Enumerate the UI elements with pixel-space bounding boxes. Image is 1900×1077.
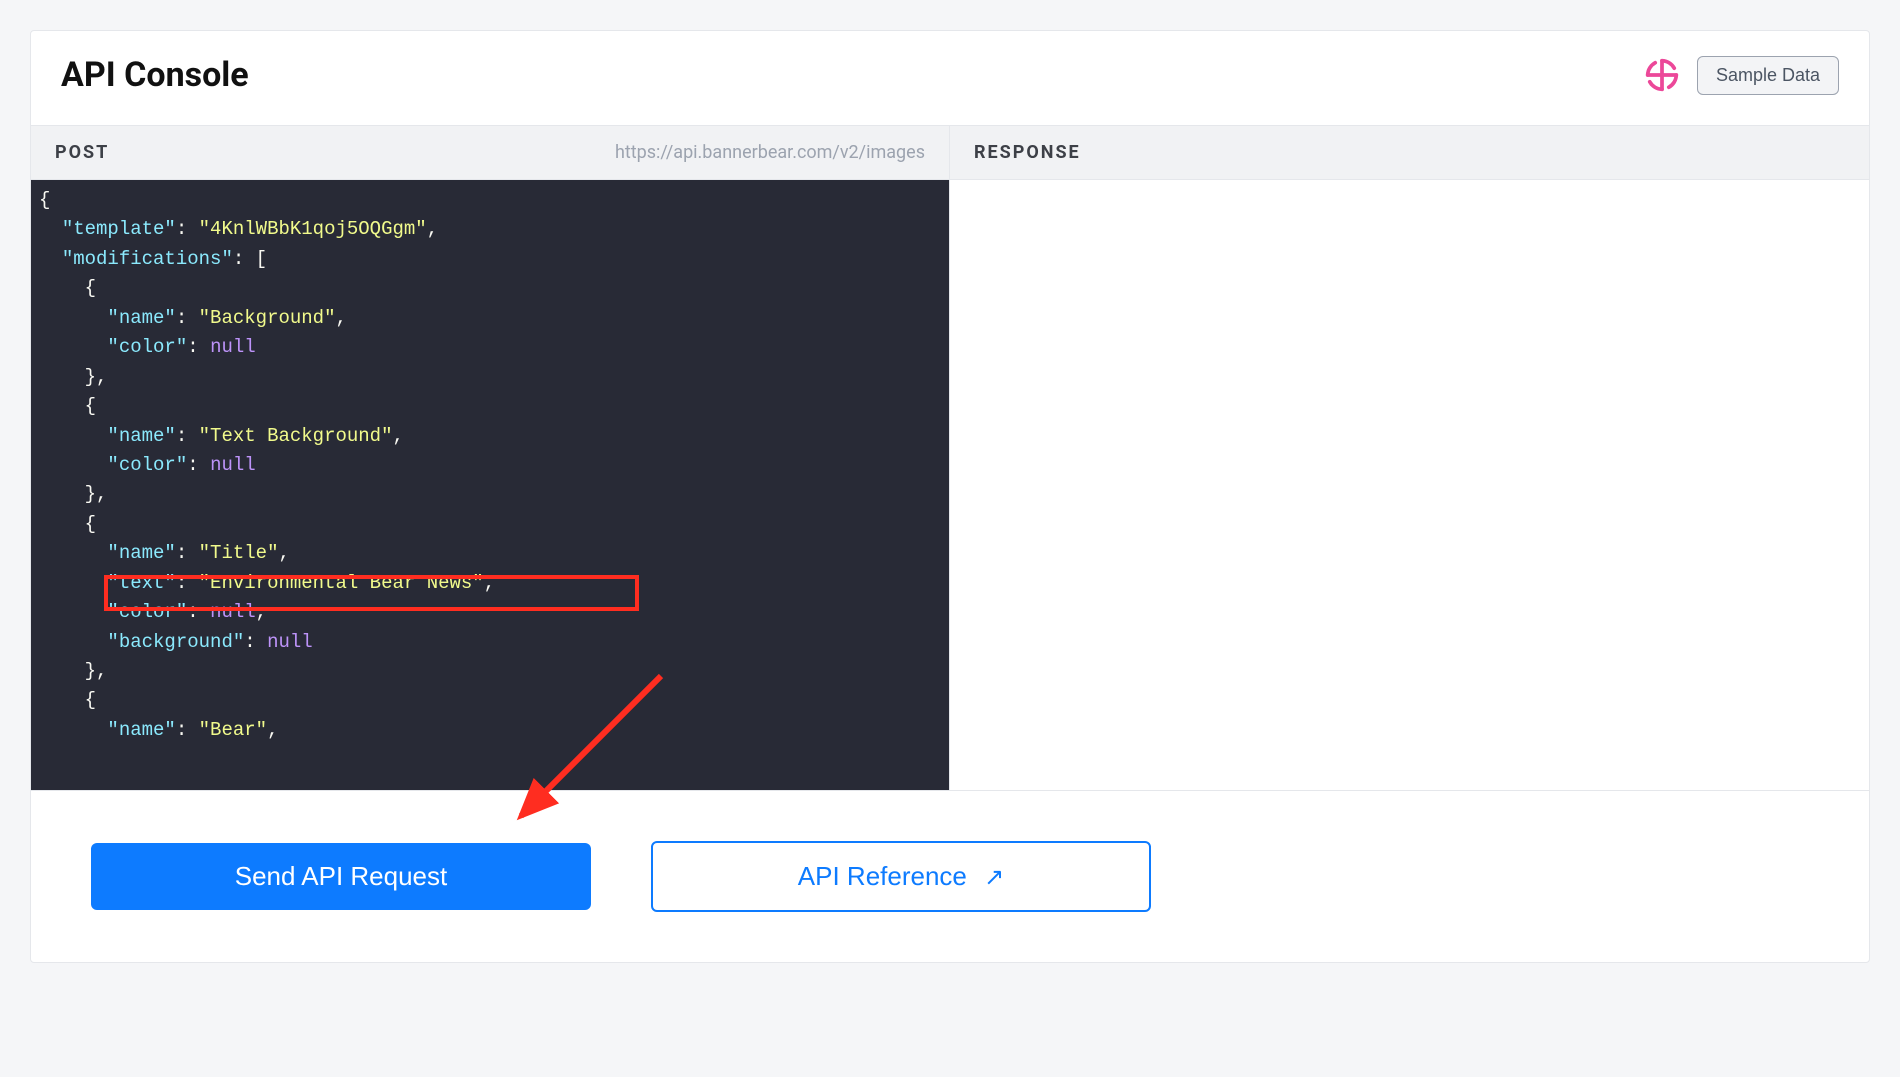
response-body-area — [950, 180, 1869, 790]
api-url: https://api.bannerbear.com/v2/images — [615, 142, 925, 163]
post-label: POST — [55, 142, 109, 163]
api-console-card: API Console Sample Data POST — [30, 30, 1870, 963]
code-content: { "template": "4KnlWBbK1qoj5OQGgm", "mod… — [39, 186, 941, 745]
api-reference-label: API Reference — [798, 861, 967, 891]
request-body-editor[interactable]: { "template": "4KnlWBbK1qoj5OQGgm", "mod… — [31, 180, 950, 790]
post-panel-header: POST https://api.bannerbear.com/v2/image… — [31, 126, 950, 180]
response-panel-header: RESPONSE — [950, 126, 1869, 180]
response-label: RESPONSE — [974, 142, 1081, 163]
header-actions: Sample Data — [1645, 56, 1839, 95]
send-api-request-button[interactable]: Send API Request — [91, 843, 591, 910]
api-reference-button[interactable]: API Reference ↗ — [651, 841, 1151, 912]
external-link-icon: ↗ — [984, 863, 1004, 892]
sample-data-button[interactable]: Sample Data — [1697, 56, 1839, 95]
page-title: API Console — [61, 55, 249, 95]
footer-actions: Send API Request API Reference ↗ — [31, 790, 1869, 962]
card-header: API Console Sample Data — [31, 31, 1869, 125]
panels-grid: POST https://api.bannerbear.com/v2/image… — [31, 125, 1869, 790]
bannerbear-logo-icon — [1645, 58, 1679, 92]
